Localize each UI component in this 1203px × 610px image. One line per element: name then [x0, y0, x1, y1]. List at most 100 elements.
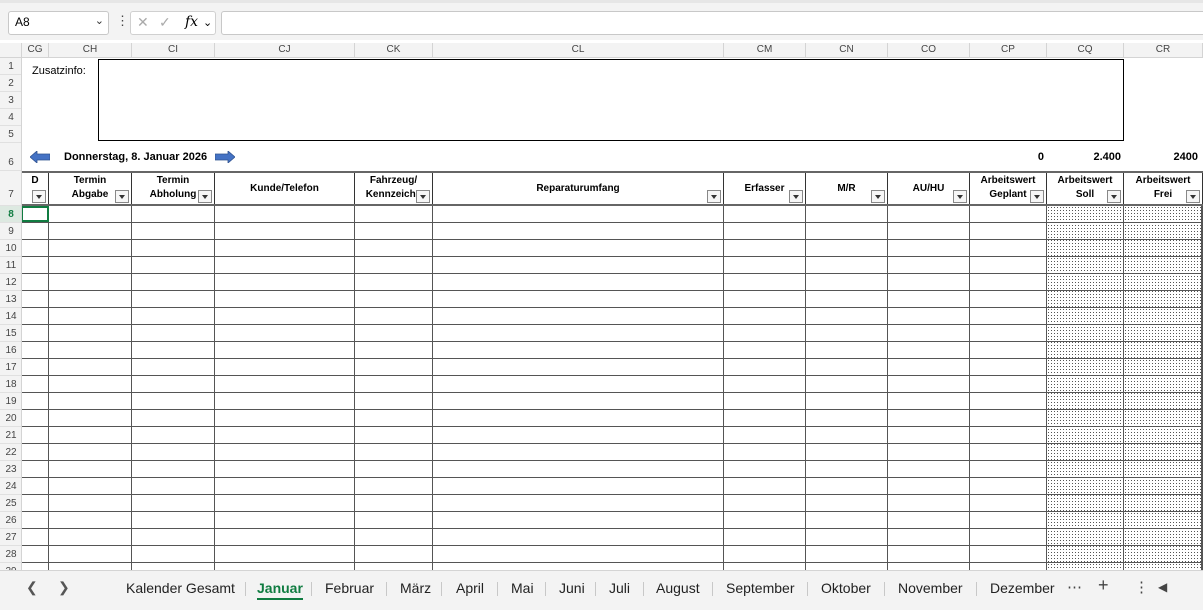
- row-header[interactable]: 16: [0, 342, 21, 359]
- sheet-grid[interactable]: Zusatzinfo: Donnerstag, 8. Januar 2026 0…: [22, 58, 1203, 570]
- filter-dropdown-icon[interactable]: [1186, 190, 1200, 203]
- table-row[interactable]: [22, 291, 1203, 308]
- cancel-icon[interactable]: ✕: [137, 14, 149, 31]
- chevron-down-icon[interactable]: ⌄: [95, 14, 104, 27]
- table-row[interactable]: [22, 546, 1203, 563]
- filter-dropdown-icon[interactable]: [198, 190, 212, 203]
- row-header[interactable]: 3: [0, 92, 21, 109]
- filter-dropdown-icon[interactable]: [1107, 190, 1121, 203]
- table-row[interactable]: [22, 376, 1203, 393]
- table-row[interactable]: [22, 274, 1203, 291]
- row-header[interactable]: 9: [0, 223, 21, 240]
- table-row[interactable]: [22, 359, 1203, 376]
- table-row[interactable]: [22, 206, 1203, 223]
- name-box[interactable]: A8 ⌄: [8, 11, 109, 35]
- formula-input[interactable]: [221, 11, 1203, 35]
- tab-april[interactable]: April: [456, 580, 484, 596]
- row-header[interactable]: 14: [0, 308, 21, 325]
- table-row[interactable]: [22, 342, 1203, 359]
- table-row[interactable]: [22, 444, 1203, 461]
- tab-märz[interactable]: März: [400, 580, 431, 596]
- tab-november[interactable]: November: [898, 580, 963, 596]
- row-header[interactable]: 26: [0, 512, 21, 529]
- column-header[interactable]: CP: [970, 43, 1047, 58]
- row-header[interactable]: 1: [0, 58, 21, 75]
- table-row[interactable]: [22, 393, 1203, 410]
- row-header[interactable]: 10: [0, 240, 21, 257]
- table-row[interactable]: [22, 325, 1203, 342]
- table-row[interactable]: [22, 461, 1203, 478]
- tab-mai[interactable]: Mai: [511, 580, 534, 596]
- row-header[interactable]: 28: [0, 546, 21, 563]
- column-header[interactable]: CN: [806, 43, 888, 58]
- row-header[interactable]: 27: [0, 529, 21, 546]
- row-header[interactable]: 20: [0, 410, 21, 427]
- row-header[interactable]: 19: [0, 393, 21, 410]
- table-row[interactable]: [22, 257, 1203, 274]
- column-header[interactable]: CL: [433, 43, 724, 58]
- table-row[interactable]: [22, 427, 1203, 444]
- select-all-corner[interactable]: [0, 43, 22, 58]
- table-row[interactable]: [22, 240, 1203, 257]
- row-header[interactable]: 7: [0, 171, 21, 206]
- column-header[interactable]: CI: [132, 43, 215, 58]
- table-row[interactable]: [22, 529, 1203, 546]
- confirm-icon[interactable]: ✓: [159, 14, 171, 31]
- row-header[interactable]: 21: [0, 427, 21, 444]
- filter-dropdown-icon[interactable]: [115, 190, 129, 203]
- table-row[interactable]: [22, 308, 1203, 325]
- row-header[interactable]: 6: [0, 143, 21, 171]
- tab-januar[interactable]: Januar: [257, 580, 303, 600]
- row-header[interactable]: 5: [0, 126, 21, 143]
- row-header[interactable]: 15: [0, 325, 21, 342]
- column-header[interactable]: CJ: [215, 43, 355, 58]
- filter-dropdown-icon[interactable]: [32, 190, 46, 203]
- table-row[interactable]: [22, 495, 1203, 512]
- row-header[interactable]: 12: [0, 274, 21, 291]
- more-tabs-icon[interactable]: ⋯: [1067, 578, 1082, 596]
- column-header[interactable]: CK: [355, 43, 433, 58]
- row-header[interactable]: 8: [0, 206, 21, 223]
- column-header[interactable]: CQ: [1047, 43, 1124, 58]
- filter-dropdown-icon[interactable]: [1030, 190, 1044, 203]
- filter-dropdown-icon[interactable]: [789, 190, 803, 203]
- tab-dezember[interactable]: Dezember: [990, 580, 1055, 596]
- tab-februar[interactable]: Februar: [325, 580, 374, 596]
- row-header[interactable]: 29: [0, 563, 21, 570]
- chevron-left-icon[interactable]: ❮: [26, 579, 38, 596]
- tab-juni[interactable]: Juni: [559, 580, 585, 596]
- tab-kalender-gesamt[interactable]: Kalender Gesamt: [126, 580, 235, 596]
- row-header[interactable]: 17: [0, 359, 21, 376]
- row-header[interactable]: 24: [0, 478, 21, 495]
- arrow-right-icon[interactable]: [215, 151, 235, 163]
- row-header[interactable]: 2: [0, 75, 21, 92]
- filter-dropdown-icon[interactable]: [871, 190, 885, 203]
- row-header[interactable]: 18: [0, 376, 21, 393]
- column-header[interactable]: CM: [724, 43, 806, 58]
- row-header[interactable]: 23: [0, 461, 21, 478]
- column-header[interactable]: CG: [22, 43, 49, 58]
- column-header[interactable]: CR: [1124, 43, 1203, 58]
- filter-dropdown-icon[interactable]: [416, 190, 430, 203]
- scroll-left-icon[interactable]: ◀: [1158, 580, 1167, 594]
- table-row[interactable]: [22, 512, 1203, 529]
- row-header[interactable]: 11: [0, 257, 21, 274]
- table-row[interactable]: [22, 223, 1203, 240]
- add-sheet-icon[interactable]: +: [1098, 575, 1109, 596]
- chevron-right-icon[interactable]: ❯: [58, 579, 70, 596]
- filter-dropdown-icon[interactable]: [707, 190, 721, 203]
- row-header[interactable]: 25: [0, 495, 21, 512]
- more-options-icon[interactable]: ⋮: [1134, 578, 1149, 596]
- chevron-down-icon[interactable]: ⌄: [203, 16, 212, 29]
- table-row[interactable]: [22, 410, 1203, 427]
- tab-august[interactable]: August: [656, 580, 700, 596]
- arrow-left-icon[interactable]: [30, 151, 50, 163]
- column-header[interactable]: CH: [49, 43, 132, 58]
- tab-juli[interactable]: Juli: [609, 580, 630, 596]
- tab-september[interactable]: September: [726, 580, 794, 596]
- row-header[interactable]: 22: [0, 444, 21, 461]
- active-cell[interactable]: [22, 206, 49, 222]
- row-header[interactable]: 13: [0, 291, 21, 308]
- table-row[interactable]: [22, 478, 1203, 495]
- insert-function-icon[interactable]: fx: [185, 14, 198, 30]
